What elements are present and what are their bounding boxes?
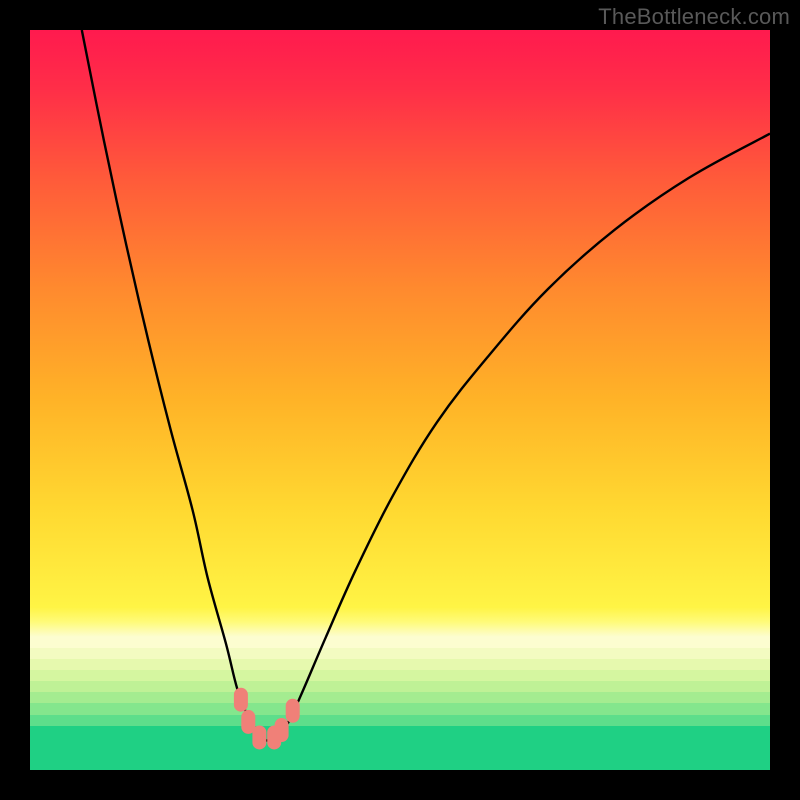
marker-dot [275, 718, 289, 742]
curve-layer [30, 30, 770, 770]
marker-dot [234, 688, 248, 712]
marker-dot [286, 699, 300, 723]
plot-area [30, 30, 770, 770]
bottleneck-curve [82, 30, 770, 741]
chart-frame: TheBottleneck.com [0, 0, 800, 800]
watermark-text: TheBottleneck.com [598, 4, 790, 30]
marker-dot [252, 725, 266, 749]
